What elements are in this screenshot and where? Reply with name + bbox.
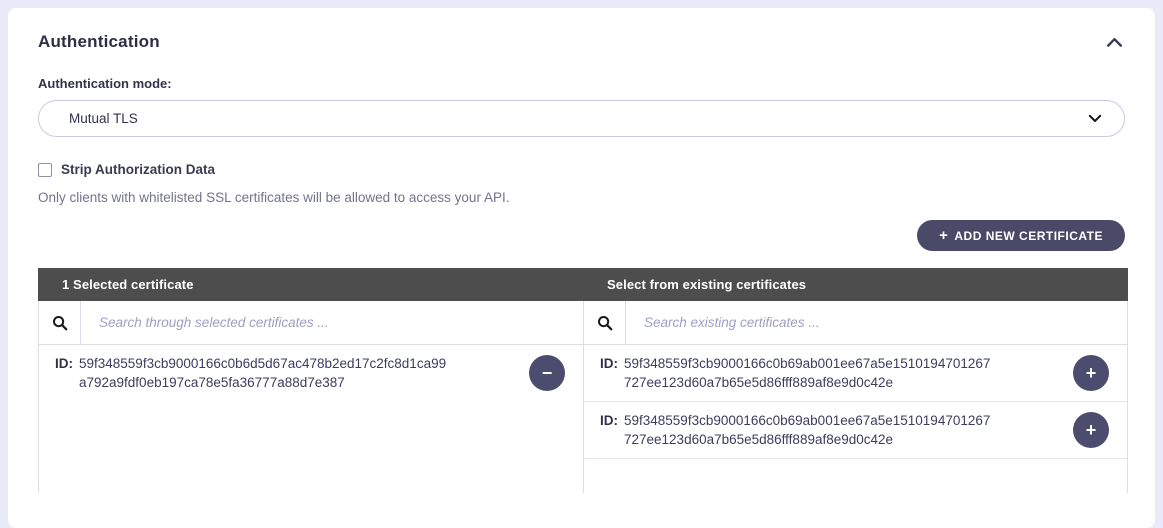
certificate-id-label: ID: (600, 413, 618, 428)
auth-mode-select[interactable]: Mutual TLS (38, 100, 1125, 137)
existing-certificates-search-input[interactable] (626, 301, 1127, 344)
certificate-id-line1: 59f348559f3cb9000166c0b6d5d67ac478b2ed17… (79, 356, 447, 371)
search-icon (39, 301, 81, 344)
mtls-description: Only clients with whitelisted SSL certif… (38, 190, 510, 205)
certificates-table-header: 1 Selected certificate Select from exist… (38, 268, 1128, 301)
certificate-id-line2: 727ee123d60a7b65e5d86fff889af8e9d0c42e (624, 375, 894, 390)
chevron-up-icon[interactable] (1104, 35, 1125, 50)
existing-certificates-header: Select from existing certificates (607, 277, 807, 292)
certificates-table: 1 Selected certificate Select from exist… (38, 268, 1128, 493)
certificate-id: ID: 59f348559f3cb9000166c0b69ab001ee67a5… (600, 354, 990, 392)
certificate-id-label: ID: (600, 356, 618, 371)
selected-certificate-row: ID: 59f348559f3cb9000166c0b6d5d67ac478b2… (39, 345, 583, 401)
strip-authorization-checkbox[interactable] (38, 162, 52, 177)
certificate-id-line2: 727ee123d60a7b65e5d86fff889af8e9d0c42e (624, 432, 894, 447)
existing-certificates-search-row (584, 301, 1127, 345)
add-new-certificate-button[interactable]: + ADD NEW CERTIFICATE (917, 220, 1125, 251)
search-icon (584, 301, 626, 344)
certificate-id: ID: 59f348559f3cb9000166c0b69ab001ee67a5… (600, 411, 990, 449)
certificate-id-line1: 59f348559f3cb9000166c0b69ab001ee67a5e151… (624, 356, 991, 371)
add-certificate-button[interactable]: + (1073, 355, 1109, 391)
panel-title: Authentication (38, 32, 160, 51)
auth-mode-label: Authentication mode: (38, 76, 172, 91)
authentication-panel: Authentication Authentication mode: Mutu… (8, 8, 1155, 528)
existing-certificate-row: ID: 59f348559f3cb9000166c0b69ab001ee67a5… (584, 345, 1127, 402)
plus-icon: + (939, 227, 949, 244)
strip-authorization-row: Strip Authorization Data (38, 162, 1125, 177)
auth-mode-selected-value: Mutual TLS (69, 111, 138, 126)
certificate-id-line1: 59f348559f3cb9000166c0b69ab001ee67a5e151… (624, 413, 991, 428)
selected-certificates-column: ID: 59f348559f3cb9000166c0b6d5d67ac478b2… (39, 301, 583, 493)
add-new-certificate-label: ADD NEW CERTIFICATE (954, 228, 1103, 243)
panel-header: Authentication (38, 8, 1125, 52)
existing-certificate-row: ID: 59f348559f3cb9000166c0b69ab001ee67a5… (584, 402, 1127, 459)
existing-certificates-column: ID: 59f348559f3cb9000166c0b69ab001ee67a5… (583, 301, 1127, 493)
selected-certificates-header: 1 Selected certificate (62, 277, 194, 292)
certificates-table-body: ID: 59f348559f3cb9000166c0b6d5d67ac478b2… (38, 301, 1128, 493)
actions-row: + ADD NEW CERTIFICATE (38, 220, 1125, 251)
strip-authorization-label: Strip Authorization Data (61, 162, 215, 177)
certificate-id-line2: a792a9fdf0eb197ca78e5fa36777a88d7e387 (79, 375, 345, 390)
certificate-id: ID: 59f348559f3cb9000166c0b6d5d67ac478b2… (55, 354, 446, 392)
remove-certificate-button[interactable]: − (529, 355, 565, 391)
chevron-down-icon (1088, 114, 1102, 123)
minus-icon: − (541, 363, 553, 383)
selected-certificates-search-input[interactable] (81, 301, 583, 344)
selected-certificates-search-row (39, 301, 583, 345)
plus-icon: + (1085, 420, 1097, 440)
add-certificate-button[interactable]: + (1073, 412, 1109, 448)
certificate-id-label: ID: (55, 356, 73, 371)
plus-icon: + (1085, 363, 1097, 383)
